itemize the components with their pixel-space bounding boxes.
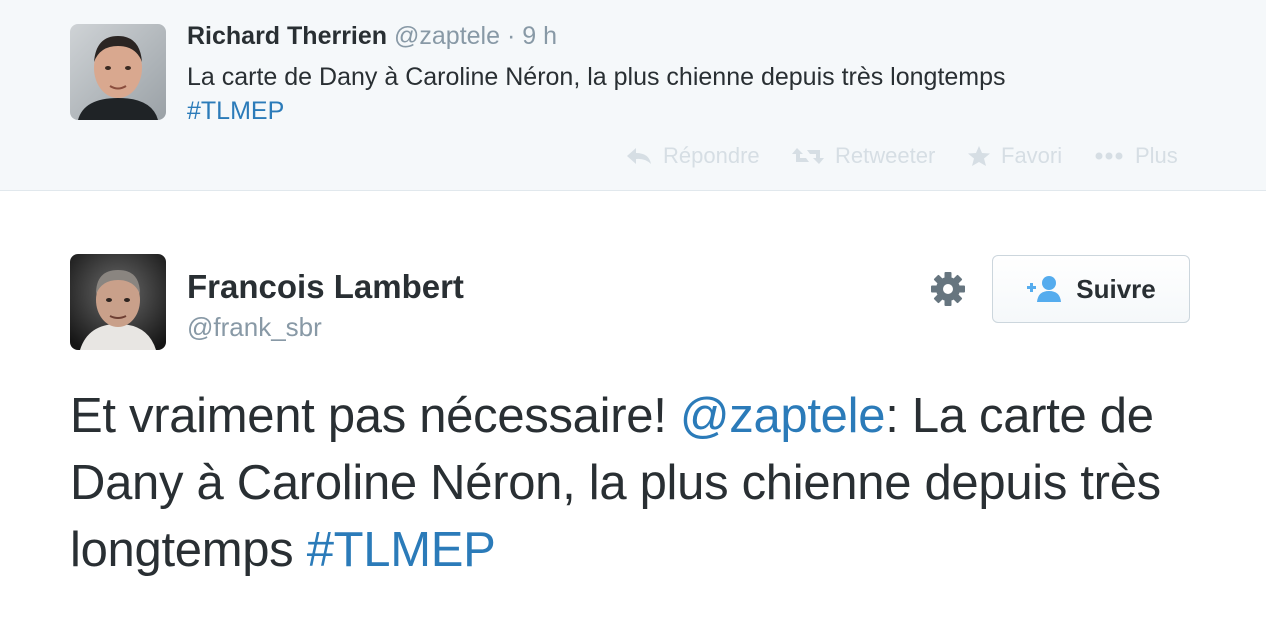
tweet-text: Et vraiment pas nécessaire! @zaptele: La… (70, 383, 1210, 584)
parent-tweet[interactable]: Richard Therrien @zaptele · 9 h La carte… (0, 0, 1266, 191)
tweet-text: La carte de Dany à Caroline Néron, la pl… (187, 60, 1227, 128)
retweet-icon (792, 148, 824, 164)
mention-link[interactable]: @zaptele (680, 389, 886, 443)
retweet-label: Retweeter (835, 143, 936, 168)
author-name[interactable]: Francois Lambert (187, 268, 464, 306)
retweet-button[interactable]: Retweeter (791, 140, 935, 172)
hashtag-link[interactable]: #TLMEP (187, 97, 284, 125)
avatar[interactable] (70, 254, 166, 350)
avatar[interactable] (70, 24, 166, 120)
more-label: Plus (1135, 143, 1178, 168)
add-user-icon (1027, 276, 1062, 302)
gear-icon[interactable] (929, 270, 967, 308)
reply-icon (627, 148, 651, 164)
author-name[interactable]: Richard Therrien (187, 22, 387, 50)
tweet-body: La carte de Dany à Caroline Néron, la pl… (187, 63, 1006, 91)
hashtag-link[interactable]: #TLMEP (307, 523, 496, 577)
reply-button[interactable]: Répondre (625, 140, 760, 172)
favorite-label: Favori (1001, 143, 1063, 168)
author-handle[interactable]: @zaptele (394, 22, 500, 50)
more-button[interactable]: Plus (1095, 140, 1178, 172)
follow-label: Suivre (1076, 273, 1156, 304)
reply-label: Répondre (663, 143, 760, 168)
favorite-button[interactable]: Favori (967, 140, 1062, 172)
follow-button[interactable]: Suivre (992, 255, 1190, 323)
tweet-header: Richard Therrien @zaptele · 9 h (187, 22, 557, 51)
star-icon (968, 146, 990, 166)
tweet-body-part1: Et vraiment pas nécessaire! (70, 389, 680, 443)
more-icon (1095, 152, 1123, 160)
author-handle[interactable]: @frank_sbr (187, 312, 322, 343)
separator: · (506, 22, 516, 50)
timestamp[interactable]: 9 h (522, 22, 557, 50)
